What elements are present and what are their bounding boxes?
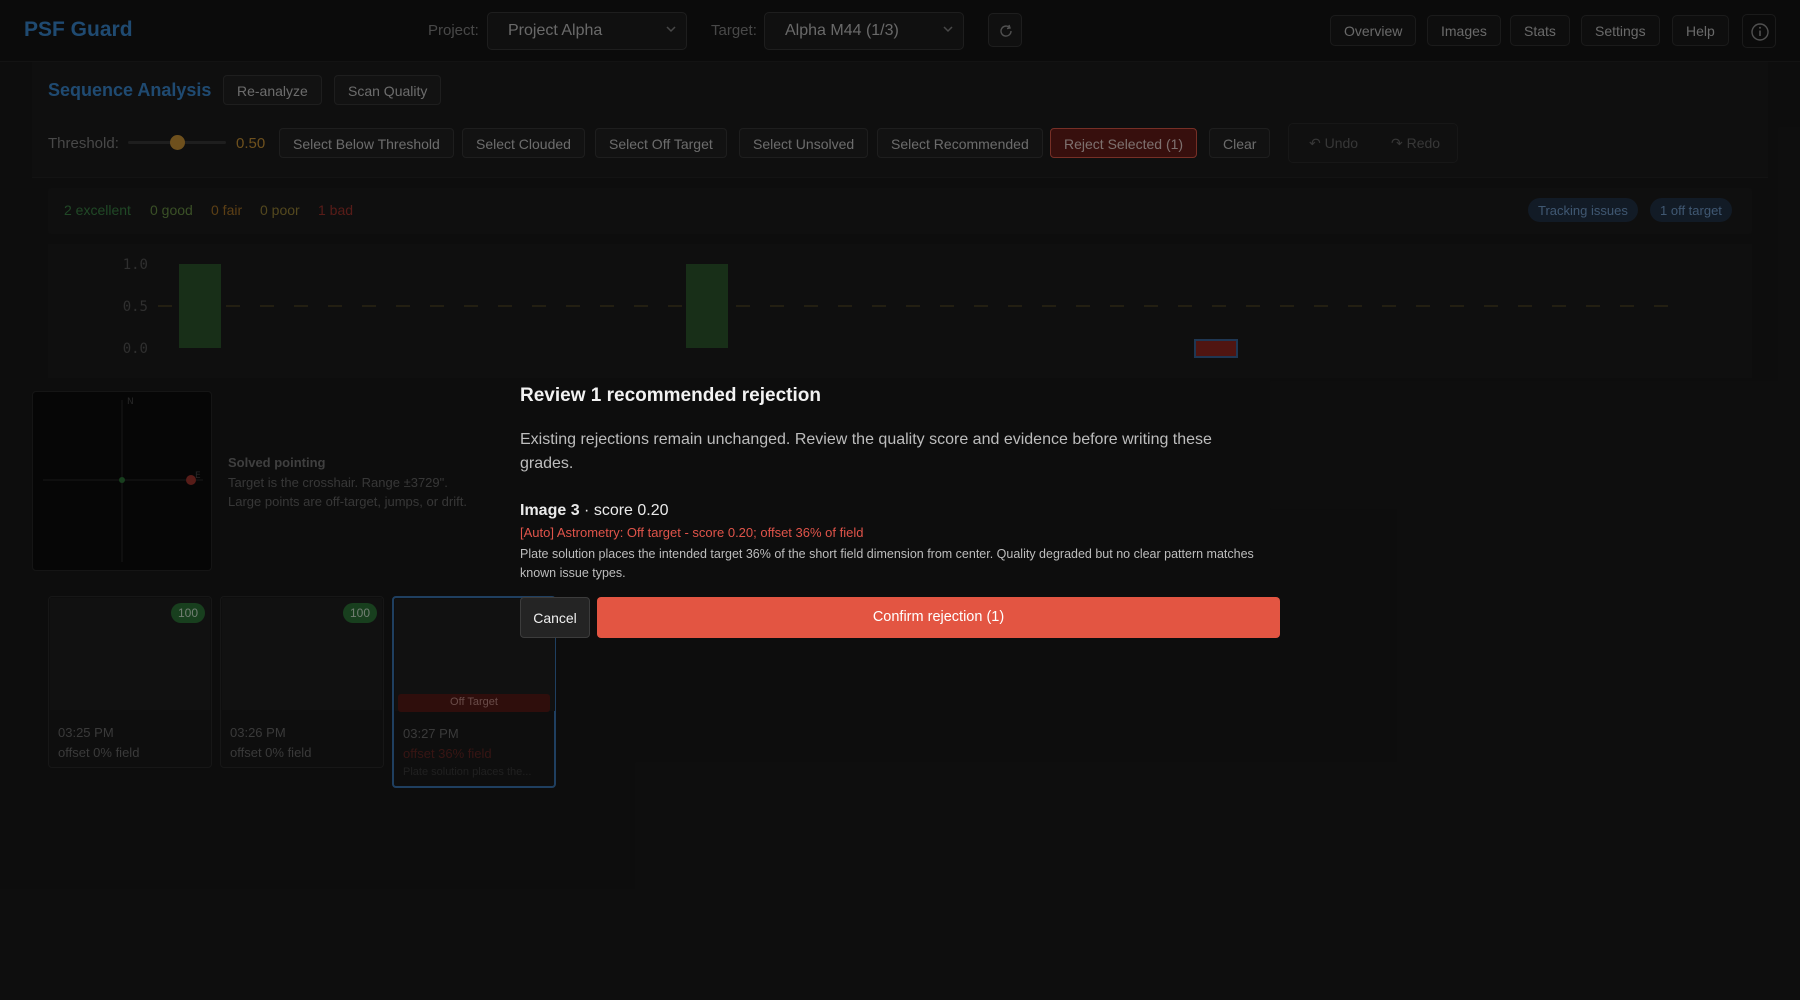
modal-backdrop[interactable] [0, 0, 1800, 1000]
rejection-item-detail: Plate solution places the intended targe… [520, 547, 1254, 580]
dialog-description: Existing rejections remain unchanged. Re… [520, 431, 1212, 472]
rejection-item-reason: [Auto] Astrometry: Off target - score 0.… [520, 525, 864, 540]
rejection-item-name: Image 3 [520, 502, 580, 519]
rejection-item-score: · score 0.20 [579, 502, 669, 519]
confirm-rejection-button[interactable]: Confirm rejection (1) [597, 597, 1280, 638]
cancel-button[interactable]: Cancel [520, 597, 590, 638]
dialog-title: Review 1 recommended rejection [520, 385, 821, 406]
rejection-item-header: Image 3 · score 0.20 [520, 502, 669, 520]
